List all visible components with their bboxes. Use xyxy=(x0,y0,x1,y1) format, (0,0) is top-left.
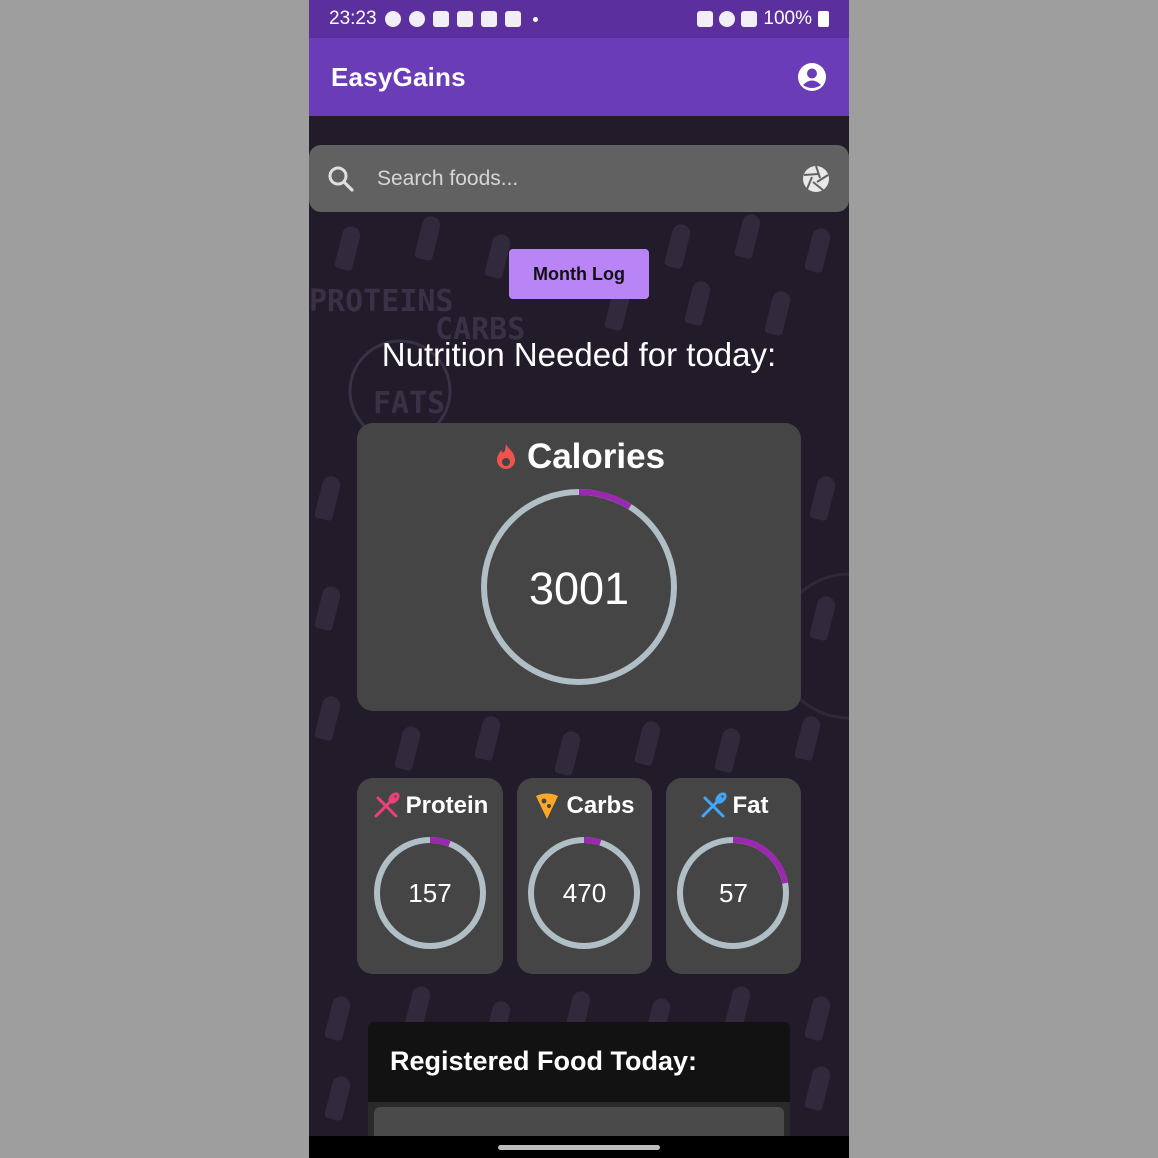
carbs-value: 470 xyxy=(562,878,607,908)
registered-food-header: Registered Food Today: xyxy=(368,1022,790,1102)
search-icon xyxy=(328,166,354,192)
phone-screen: PROTEINS CARBS FATS 23:23 100% EasyGains… xyxy=(309,0,849,1158)
app-bar: EasyGains xyxy=(309,38,849,116)
protein-card: Protein 157 xyxy=(357,778,503,974)
registered-food-title: Registered Food Today: xyxy=(390,1046,698,1076)
search-bar[interactable] xyxy=(309,145,849,212)
more-notifications-icon xyxy=(532,16,538,22)
calories-card: Calories 3001 xyxy=(357,423,801,711)
camera-aperture-icon[interactable] xyxy=(801,164,831,194)
fat-value: 57 xyxy=(719,878,748,908)
photo-icon xyxy=(456,11,473,27)
wifi-icon xyxy=(719,11,736,27)
home-gesture-handle[interactable] xyxy=(498,1145,660,1150)
outlook-icon xyxy=(480,11,497,27)
carbs-card: Carbs 470 xyxy=(517,778,652,974)
chat-icon xyxy=(384,11,401,27)
status-time: 23:23 xyxy=(329,8,377,29)
status-bar: 23:23 100% xyxy=(309,0,849,38)
app-title: EasyGains xyxy=(331,61,466,92)
fat-card: Fat 57 xyxy=(666,778,801,974)
account-circle-icon[interactable] xyxy=(797,62,827,92)
battery-percent: 100% xyxy=(763,8,812,29)
navigation-bar xyxy=(309,1136,849,1158)
pizza-icon xyxy=(536,793,559,819)
calories-label: Calories xyxy=(526,437,666,476)
search-input[interactable] xyxy=(377,166,801,191)
battery-icon xyxy=(818,11,829,27)
utensils-icon xyxy=(374,792,400,818)
signal-icon xyxy=(741,11,758,27)
nutrition-heading: Nutrition Needed for today: xyxy=(381,336,777,373)
lock-icon xyxy=(504,11,521,27)
carbs-label: Carbs xyxy=(566,792,635,819)
utensils-icon xyxy=(701,792,727,818)
m-app-icon xyxy=(408,11,425,27)
watermark-proteins: PROTEINS xyxy=(309,284,454,319)
mute-icon xyxy=(697,11,714,27)
protein-label: Protein xyxy=(405,792,489,819)
fat-label: Fat xyxy=(732,792,769,819)
calories-value: 3001 xyxy=(528,563,630,614)
gmail-icon xyxy=(432,11,449,27)
month-log-button[interactable]: Month Log xyxy=(509,249,649,299)
fire-icon xyxy=(496,444,515,469)
protein-value: 157 xyxy=(408,878,452,908)
